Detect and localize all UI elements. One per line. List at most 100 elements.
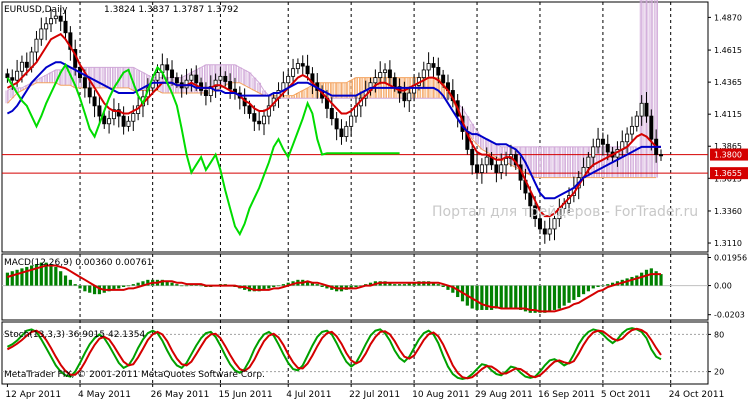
macd-bar — [184, 285, 189, 287]
candle-body — [659, 154, 664, 157]
macd-bar — [635, 275, 639, 286]
candle-body — [605, 143, 610, 153]
macd-bar — [59, 271, 63, 286]
macd-bar — [83, 285, 87, 292]
price-tick-label: 1.4115 — [714, 110, 742, 119]
macd-bar — [543, 285, 547, 313]
macd-bar — [567, 285, 571, 303]
candle-body — [300, 63, 305, 67]
macd-bar — [126, 285, 131, 287]
macd-bar — [68, 279, 72, 286]
macd-bar — [519, 285, 523, 310]
macd-tick-label: 0.01956 — [714, 254, 747, 263]
candle-body — [378, 72, 383, 79]
candle-body — [499, 164, 504, 173]
candle-body — [48, 18, 53, 25]
price-tick-label: 1.3110 — [714, 239, 742, 248]
candle-body — [349, 115, 354, 127]
macd-bar — [397, 284, 402, 286]
price-tick-label: 1.4870 — [714, 13, 742, 22]
macd-tick-label: -0.0203 — [714, 311, 745, 320]
price-axis-ticks: 1.48701.46151.43651.41151.38651.36151.33… — [708, 13, 742, 248]
candle-body — [373, 77, 378, 84]
macd-bar — [393, 284, 397, 286]
macd-bar — [136, 282, 140, 286]
macd-bar — [644, 269, 649, 286]
candle-body — [53, 15, 58, 20]
candle-body — [329, 108, 334, 120]
candle-body — [537, 218, 542, 230]
candle-body — [334, 118, 339, 130]
candle-body — [174, 77, 179, 84]
date-tick-label: 16 Sep 2011 — [538, 390, 595, 400]
candle-body — [600, 138, 605, 145]
candle-body — [63, 20, 68, 34]
macd-bar — [267, 285, 271, 289]
macd-bar — [499, 285, 503, 309]
candle-body — [257, 120, 262, 125]
macd-bar — [538, 285, 542, 313]
candle-body — [194, 74, 199, 84]
date-tick-label: 5 Oct 2011 — [601, 390, 651, 400]
symbol-label: EURUSD,Daily — [4, 5, 68, 15]
candle-body — [484, 156, 489, 166]
macd-bar — [630, 276, 634, 286]
macd-bar — [199, 285, 203, 287]
candle-body — [24, 61, 29, 68]
candle-body — [92, 96, 97, 107]
candle-body — [344, 125, 349, 138]
copyright-label: MetaTrader FIX, © 2001-2011 MetaQuotes S… — [4, 370, 265, 380]
level-tag-label: 1.3800 — [714, 151, 742, 160]
candle-body — [218, 75, 223, 81]
candle-body — [470, 149, 475, 166]
macd-bar — [649, 268, 653, 286]
macd-bar — [175, 284, 179, 286]
macd-bar — [606, 284, 610, 286]
candle-body — [644, 102, 649, 117]
macd-bar — [562, 285, 566, 306]
candle-body — [591, 146, 596, 158]
candle-body — [634, 115, 639, 127]
macd-bar — [117, 285, 121, 289]
macd-bar — [63, 275, 68, 286]
stochastic-tick-label: 20 — [714, 368, 724, 377]
candle-body — [305, 65, 310, 75]
macd-bar — [122, 285, 126, 287]
stochastic-tick-label: 80 — [714, 330, 724, 339]
candle-body — [431, 63, 436, 68]
macd-bar — [601, 285, 605, 287]
price-tick-label: 1.4615 — [714, 46, 742, 55]
macd-bar — [272, 285, 276, 287]
price-tick-label: 1.3360 — [714, 207, 742, 216]
macd-axis-ticks: 0.01956 0.00 -0.0203 — [708, 254, 747, 320]
macd-bar — [659, 274, 663, 286]
price-tick-label: 1.4365 — [714, 78, 742, 87]
macd-tick-label: 0.00 — [714, 282, 732, 291]
candle-body — [44, 23, 49, 30]
macd-bar — [354, 285, 358, 287]
candle-body — [262, 115, 267, 125]
candle-body — [494, 164, 499, 173]
macd-bar — [480, 285, 484, 310]
candle-body — [121, 115, 126, 127]
candle-body — [387, 69, 392, 79]
candle-body — [252, 113, 257, 122]
candle-body — [87, 87, 92, 98]
date-tick-label: 4 Jul 2011 — [286, 390, 331, 400]
candle-body — [407, 92, 412, 102]
candle-body — [426, 63, 431, 71]
macd-bar — [475, 285, 479, 310]
macd-bar — [170, 282, 174, 286]
candle-body — [107, 118, 112, 125]
candle-body — [504, 158, 509, 166]
stochastic-label: Stoch(13,3,3) 36.9015 42.1354 — [4, 330, 145, 340]
candle-body — [479, 164, 484, 173]
candle-body — [629, 125, 634, 135]
candle-body — [339, 128, 344, 138]
candle-body — [552, 218, 557, 230]
candle-body — [155, 72, 160, 81]
macd-bar — [402, 284, 407, 286]
candle-body — [15, 70, 20, 81]
candle-body — [402, 92, 407, 102]
watermark: Портал для трейдеров - ForTrader.ru — [432, 204, 698, 220]
